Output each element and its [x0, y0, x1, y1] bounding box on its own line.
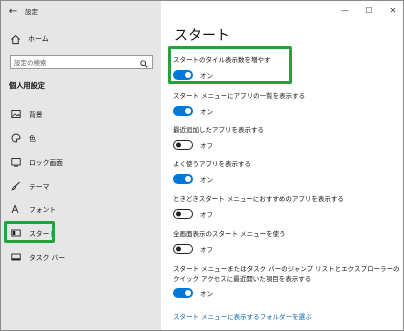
- brush-icon: [10, 181, 21, 192]
- main-content: — ☐ ✕ スタート スタートのタイル表示数を増やす オン スタート メニューに…: [161, 1, 403, 330]
- toggle-switch[interactable]: [173, 173, 193, 184]
- toggle-state: オン: [200, 175, 213, 184]
- search-input[interactable]: 設定の検索: [10, 55, 153, 69]
- setting-label: スタート メニューまたはタスク バーのジャンプ リストとエクスプローラーのクイッ…: [173, 265, 400, 283]
- toggle-row: オン: [173, 173, 401, 184]
- toggle-switch[interactable]: [173, 288, 193, 298]
- home-link[interactable]: ホーム: [1, 30, 161, 48]
- sidebar-item-label: タスク バー: [29, 254, 66, 262]
- font-icon: [10, 204, 21, 215]
- sidebar-item-colors[interactable]: 色: [1, 129, 161, 147]
- sidebar-item-label: テーマ: [29, 183, 50, 191]
- toggle-state: オフ: [200, 141, 213, 150]
- sidebar: ← 設定 ホーム 設定の検索 個人用設定 背景 色 ロック画面 テーマ フォント…: [1, 1, 161, 330]
- toggle-row: オン: [173, 105, 401, 116]
- toggle-state: オン: [200, 290, 213, 298]
- toggle-switch[interactable]: [173, 105, 193, 116]
- setting-label: よく使うアプリを表示する: [173, 160, 251, 168]
- title-bar: ← 設定: [1, 1, 161, 21]
- setting-label: 最近追加したアプリを表示する: [173, 126, 264, 134]
- close-button[interactable]: ✕: [381, 1, 403, 19]
- toggle-knob: [185, 290, 191, 296]
- window-controls: — ☐ ✕: [333, 1, 403, 19]
- sidebar-item-taskbar[interactable]: タスク バー: [1, 248, 161, 266]
- sidebar-item-label: ロック画面: [29, 159, 63, 167]
- toggle-knob: [175, 211, 181, 216]
- setting-label: ときどきスタート メニューにおすすめのアプリを表示する: [173, 195, 344, 203]
- toggle-switch[interactable]: [173, 243, 193, 254]
- highlight-box-sidebar: [4, 221, 55, 243]
- home-label: ホーム: [28, 35, 49, 43]
- toggle-row: オフ: [173, 208, 401, 219]
- maximize-icon: ☐: [365, 5, 373, 15]
- toggle-row: オン: [173, 288, 401, 298]
- app-title: 設定: [25, 8, 38, 16]
- section-label: 個人用設定: [9, 81, 45, 90]
- back-arrow-icon: ←: [8, 5, 18, 17]
- close-icon: ✕: [389, 5, 397, 15]
- toggle-switch[interactable]: [173, 208, 193, 219]
- search-placeholder: 設定の検索: [14, 59, 47, 67]
- lock-screen-icon: [10, 157, 21, 168]
- setting-label: 全画面表示のスタート メニューを使う: [173, 230, 286, 238]
- toggle-knob: [185, 107, 191, 114]
- toggle-switch[interactable]: [173, 139, 193, 150]
- toggle-row: オフ: [173, 139, 401, 150]
- sidebar-item-background[interactable]: 背景: [1, 105, 161, 123]
- toggle-knob: [185, 175, 191, 182]
- sidebar-item-label: フォント: [29, 206, 57, 214]
- search-icon: [140, 53, 148, 72]
- sidebar-item-lock-screen[interactable]: ロック画面: [1, 153, 161, 171]
- minimize-button[interactable]: —: [333, 1, 357, 19]
- palette-icon: [10, 133, 21, 144]
- setting-label: スタート メニューにアプリの一覧を表示する: [173, 92, 306, 100]
- sidebar-item-fonts[interactable]: フォント: [1, 200, 161, 218]
- home-icon: [9, 33, 21, 45]
- toggle-knob: [175, 246, 181, 251]
- back-button[interactable]: ←: [1, 1, 25, 21]
- sidebar-item-themes[interactable]: テーマ: [1, 177, 161, 195]
- highlight-box-setting: [168, 46, 292, 84]
- choose-folders-link[interactable]: スタート メニューに表示するフォルダーを選ぶ: [173, 311, 312, 321]
- toggle-knob: [175, 142, 181, 147]
- toggle-row: オフ: [173, 243, 401, 254]
- toggle-state: オフ: [200, 245, 213, 254]
- picture-icon: [10, 109, 21, 120]
- setting-most-used: よく使うアプリを表示する オン: [173, 160, 401, 184]
- setting-full-screen: 全画面表示のスタート メニューを使う オフ: [173, 230, 401, 254]
- setting-recent-items: スタート メニューまたはタスク バーのジャンプ リストとエクスプローラーのクイッ…: [173, 265, 401, 298]
- toggle-state: オン: [200, 107, 213, 116]
- taskbar-icon: [10, 252, 21, 263]
- page-title: スタート: [174, 28, 230, 44]
- maximize-button[interactable]: ☐: [357, 1, 381, 19]
- minimize-icon: —: [341, 5, 349, 15]
- sidebar-item-label: 背景: [29, 111, 43, 119]
- setting-show-app-list: スタート メニューにアプリの一覧を表示する オン: [173, 92, 401, 116]
- toggle-state: オフ: [200, 210, 213, 219]
- sidebar-item-label: 色: [29, 135, 36, 143]
- setting-recently-added: 最近追加したアプリを表示する オフ: [173, 126, 401, 150]
- setting-suggestions: ときどきスタート メニューにおすすめのアプリを表示する オフ: [173, 195, 401, 219]
- settings-window: ← 設定 ホーム 設定の検索 個人用設定 背景 色 ロック画面 テーマ フォント…: [0, 0, 404, 331]
